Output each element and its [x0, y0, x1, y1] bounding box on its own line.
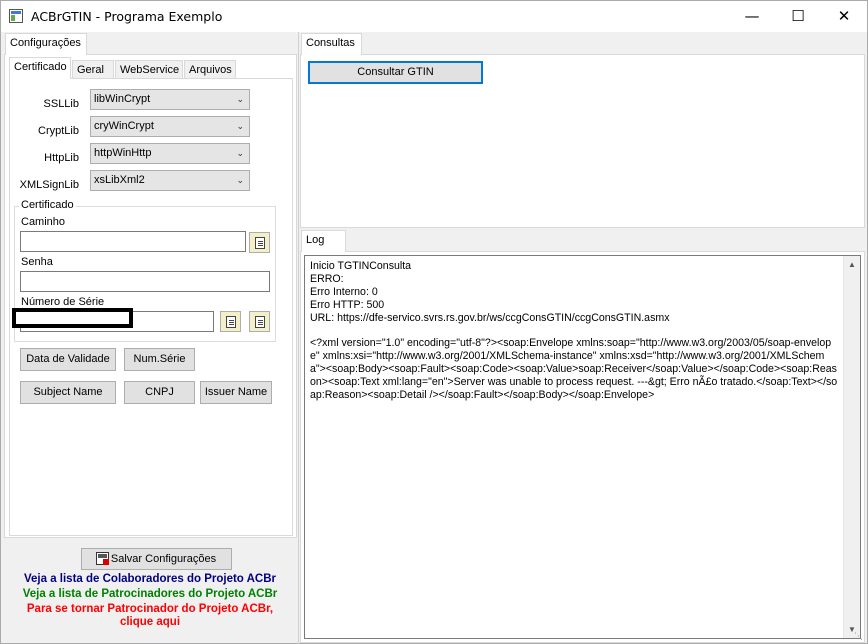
chevron-down-icon: ⌄: [236, 121, 244, 131]
ssllib-select[interactable]: libWinCrypt ⌄: [90, 89, 250, 110]
chevron-down-icon: ⌄: [236, 94, 244, 104]
consultar-gtin-button[interactable]: Consultar GTIN: [308, 61, 483, 84]
document-icon: [255, 316, 265, 328]
document-icon: [226, 316, 236, 328]
cryptlib-label: CryptLib: [38, 125, 79, 137]
data-validade-button[interactable]: Data de Validade: [20, 348, 116, 371]
caminho-label: Caminho: [21, 216, 66, 228]
tab-log[interactable]: Log: [301, 230, 346, 252]
tab-consultas[interactable]: Consultas: [301, 33, 362, 55]
lookup-serie-button[interactable]: [220, 311, 241, 332]
window-title: ACBrGTIN - Programa Exemplo: [31, 9, 223, 24]
ssllib-label: SSLLib: [43, 98, 79, 110]
numero-serie-label: Número de Série: [21, 296, 105, 308]
vertical-splitter[interactable]: [298, 32, 299, 644]
xmlsignlib-label: XMLSignLib: [19, 179, 79, 191]
httplib-value: httpWinHttp: [94, 147, 152, 159]
senha-input[interactable]: [20, 271, 270, 292]
tab-certificado[interactable]: Certificado: [9, 57, 71, 79]
senha-label: Senha: [21, 256, 53, 268]
issuer-name-button[interactable]: Issuer Name: [200, 381, 272, 404]
patrocinador-link-line1[interactable]: Para se tornar Patrocinador do Projeto A…: [2, 603, 298, 615]
tab-webservice[interactable]: WebService: [115, 60, 183, 80]
cryptlib-value: cryWinCrypt: [94, 120, 154, 132]
subject-name-button[interactable]: Subject Name: [20, 381, 116, 404]
app-icon: [9, 9, 23, 23]
salvar-configuracoes-button[interactable]: Salvar Configurações: [81, 548, 232, 570]
log-content: Inicio TGTINConsulta ERRO: Erro Interno:…: [310, 260, 838, 402]
colaboradores-link[interactable]: Veja a lista de Colaboradores do Projeto…: [2, 573, 298, 585]
log-scrollbar[interactable]: ▲ ▼: [843, 256, 860, 638]
tab-geral[interactable]: Geral: [72, 60, 114, 80]
select-certificate-button[interactable]: [249, 311, 270, 332]
patrocinadores-link[interactable]: Veja a lista de Patrocinadores do Projet…: [2, 588, 298, 600]
num-serie-button[interactable]: Num.Série: [124, 348, 195, 371]
salvar-configuracoes-label: Salvar Configurações: [110, 553, 217, 565]
cnpj-button[interactable]: CNPJ: [124, 381, 195, 404]
httplib-select[interactable]: httpWinHttp ⌄: [90, 143, 250, 164]
caminho-input[interactable]: [20, 231, 246, 252]
certificado-group-label: Certificado: [19, 199, 76, 211]
tab-configuracoes[interactable]: Configurações: [5, 33, 87, 55]
browse-caminho-button[interactable]: [249, 232, 270, 253]
cryptlib-select[interactable]: cryWinCrypt ⌄: [90, 116, 250, 137]
main-window: ACBrGTIN - Programa Exemplo — ☐ ✕ Config…: [0, 0, 868, 644]
redaction-box: [12, 308, 133, 328]
title-bar[interactable]: ACBrGTIN - Programa Exemplo — ☐ ✕: [1, 1, 867, 32]
xmlsignlib-value: xsLibXml2: [94, 174, 145, 186]
tab-arquivos[interactable]: Arquivos: [184, 60, 236, 80]
patrocinador-link-line2[interactable]: clique aqui: [2, 616, 298, 628]
resize-grip-icon[interactable]: ⋱: [854, 631, 863, 642]
close-button[interactable]: ✕: [821, 1, 867, 32]
ssllib-value: libWinCrypt: [94, 93, 151, 105]
chevron-down-icon: ⌄: [236, 148, 244, 158]
scroll-up-icon[interactable]: ▲: [848, 260, 856, 269]
maximize-button[interactable]: ☐: [775, 1, 821, 32]
document-icon: [255, 237, 265, 249]
httplib-label: HttpLib: [44, 152, 79, 164]
save-icon: [96, 552, 109, 565]
chevron-down-icon: ⌄: [236, 175, 244, 185]
minimize-button[interactable]: —: [729, 1, 775, 32]
xmlsignlib-select[interactable]: xsLibXml2 ⌄: [90, 170, 250, 191]
log-textarea[interactable]: Inicio TGTINConsulta ERRO: Erro Interno:…: [304, 255, 861, 639]
